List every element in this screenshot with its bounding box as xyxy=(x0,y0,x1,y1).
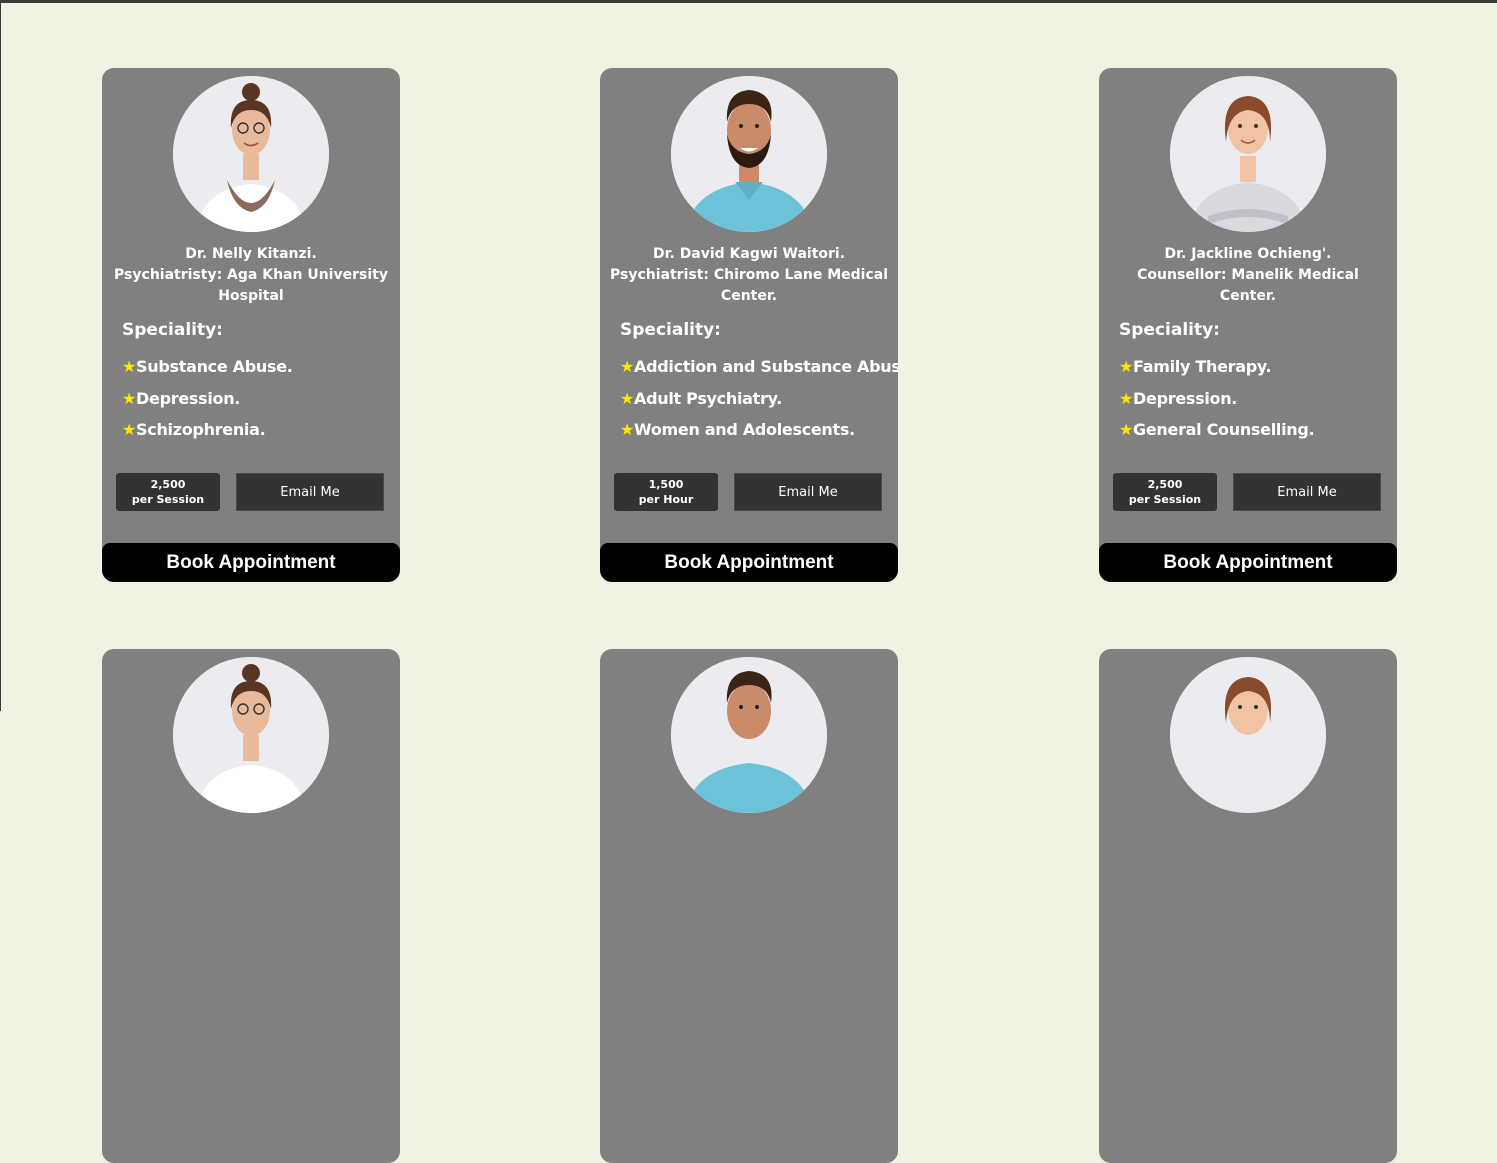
star-icon: ★ xyxy=(122,357,137,376)
speciality-item: ★Depression. xyxy=(1119,388,1238,408)
star-icon: ★ xyxy=(620,388,635,408)
doctor-info: Dr. Nelly Kitanzi. Psychiatristy: Aga Kh… xyxy=(110,244,392,307)
speciality-item: ★Addiction and Substance Abuse. xyxy=(620,357,898,376)
woman-short-hair-portrait-icon xyxy=(1170,657,1326,813)
speciality-item: ★Schizophrenia. xyxy=(122,420,266,439)
woman-glasses-scarf-portrait-icon xyxy=(173,76,329,232)
star-icon: ★ xyxy=(1119,388,1134,408)
speciality-list: ★Addiction and Substance Abuse. ★Adult P… xyxy=(620,351,898,446)
price-amount: 2,500 xyxy=(150,478,186,491)
email-me-button[interactable]: Email Me xyxy=(734,473,882,511)
price-unit: per Session xyxy=(1128,493,1202,506)
speciality-item: ★Family Therapy. xyxy=(1119,357,1272,376)
price-unit: per Session xyxy=(131,493,205,506)
speciality-item: ★Women and Adolescents. xyxy=(620,420,855,439)
woman-short-hair-portrait-icon xyxy=(1170,76,1326,232)
speciality-heading: Speciality: xyxy=(1119,320,1220,340)
speciality-heading: Speciality: xyxy=(122,320,223,340)
book-appointment-button[interactable]: Book Appointment xyxy=(1099,543,1397,582)
speciality-item: ★Depression. xyxy=(122,388,241,408)
doctor-avatar xyxy=(671,657,827,813)
speciality-list: ★Substance Abuse. ★Depression. ★Schizoph… xyxy=(122,351,400,446)
email-me-button[interactable]: Email Me xyxy=(1233,473,1381,511)
speciality-item: ★General Counselling. xyxy=(1119,420,1315,439)
doctor-card: Dr. Nelly Kitanzi. Psychiatristy: Aga Kh… xyxy=(102,68,400,582)
doctor-avatar xyxy=(1170,76,1326,232)
star-icon: ★ xyxy=(1119,357,1134,376)
speciality-item: ★Substance Abuse. xyxy=(122,357,293,376)
email-me-button[interactable]: Email Me xyxy=(236,473,384,511)
star-icon: ★ xyxy=(620,357,635,376)
price-amount: 1,500 xyxy=(648,478,684,491)
book-appointment-button[interactable]: Book Appointment xyxy=(600,543,898,582)
book-appointment-button[interactable]: Book Appointment xyxy=(102,543,400,582)
star-icon: ★ xyxy=(122,388,137,408)
man-beard-portrait-icon xyxy=(671,76,827,232)
man-beard-portrait-icon xyxy=(671,657,827,813)
star-icon: ★ xyxy=(620,420,635,439)
price-badge: 2,500 per Session xyxy=(1113,473,1217,511)
doctor-name: Dr. Nelly Kitanzi. xyxy=(185,246,317,262)
price-unit: per Hour xyxy=(638,493,694,506)
price-badge: 1,500 per Hour xyxy=(614,473,718,511)
doctor-card: Dr. Jackline Ochieng'. Counsellor: Manel… xyxy=(1099,68,1397,582)
doctor-role: Counsellor: Manelik Medical Center. xyxy=(1137,267,1359,304)
doctor-card xyxy=(1099,649,1397,1163)
doctor-avatar xyxy=(173,657,329,813)
star-icon: ★ xyxy=(1119,420,1134,439)
price-badge: 2,500 per Session xyxy=(116,473,220,511)
star-icon: ★ xyxy=(122,420,137,439)
doctor-info: Dr. David Kagwi Waitori. Psychiatrist: C… xyxy=(608,244,890,307)
doctor-card: Dr. David Kagwi Waitori. Psychiatrist: C… xyxy=(600,68,898,582)
doctor-card-grid: Dr. Nelly Kitanzi. Psychiatristy: Aga Kh… xyxy=(0,0,1497,1163)
doctor-card xyxy=(102,649,400,1163)
doctor-role: Psychiatrist: Chiromo Lane Medical Cente… xyxy=(609,267,889,304)
doctor-card xyxy=(600,649,898,1163)
doctor-info: Dr. Jackline Ochieng'. Counsellor: Manel… xyxy=(1107,244,1389,307)
doctor-avatar xyxy=(1170,657,1326,813)
speciality-heading: Speciality: xyxy=(620,320,721,340)
doctor-name: Dr. David Kagwi Waitori. xyxy=(652,246,846,262)
woman-glasses-scarf-portrait-icon xyxy=(173,657,329,813)
doctor-role: Psychiatristy: Aga Khan University Hospi… xyxy=(114,267,388,304)
doctor-avatar xyxy=(173,76,329,232)
speciality-list: ★Family Therapy. ★Depression. ★General C… xyxy=(1119,351,1397,446)
price-amount: 2,500 xyxy=(1147,478,1183,491)
speciality-item: ★Adult Psychiatry. xyxy=(620,388,783,408)
doctor-name: Dr. Jackline Ochieng'. xyxy=(1164,246,1332,262)
doctor-avatar xyxy=(671,76,827,232)
